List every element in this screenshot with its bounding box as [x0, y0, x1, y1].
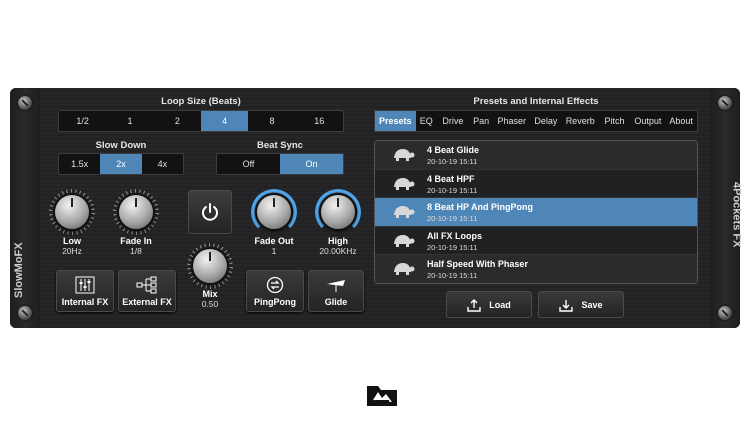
brand-label: 4Pockets FX: [730, 182, 742, 248]
internal-fx-button[interactable]: Internal FX: [56, 270, 114, 312]
loop-size-option[interactable]: 1: [106, 111, 153, 131]
screw-icon: [718, 96, 732, 110]
high-knob-value: 20.00KHz: [319, 246, 357, 256]
folder-open-icon[interactable]: [365, 380, 399, 415]
tab-presets[interactable]: Presets: [375, 111, 416, 131]
list-item[interactable]: All FX Loops 20-10-19 15:11: [375, 226, 697, 256]
mix-knob-value: 0.50: [201, 299, 219, 309]
turtle-icon: [394, 234, 415, 247]
high-knob-label: High: [328, 236, 348, 246]
download-icon: [559, 299, 574, 312]
loop-size-option[interactable]: 2: [154, 111, 201, 131]
loop-size-option[interactable]: 8: [248, 111, 295, 131]
pingpong-icon: [266, 276, 284, 294]
save-label: Save: [581, 299, 603, 310]
plugin-name-label: SlowMoFX: [13, 242, 25, 298]
list-item[interactable]: 4 Beat HPF 20-10-19 15:11: [375, 169, 697, 199]
tab-eq[interactable]: EQ: [416, 111, 438, 131]
slow-down-option[interactable]: 2x: [100, 154, 142, 174]
turtle-icon: [394, 206, 415, 219]
app-screen: SlowMoFX 4Pockets FX Loop Size (Beats) 1…: [0, 0, 750, 422]
glide-label: Glide: [324, 297, 348, 307]
tab-output[interactable]: Output: [630, 111, 665, 131]
loop-size-option[interactable]: 16: [296, 111, 343, 131]
upload-icon: [467, 298, 481, 312]
low-knob-value: 20Hz: [62, 246, 82, 256]
hang-glider-icon: [327, 280, 345, 292]
fade-in-knob-value: 1/8: [130, 246, 142, 256]
fade-out-knob-label: Fade Out: [254, 236, 294, 246]
low-knob[interactable]: [55, 195, 89, 229]
fade-in-knob-label: Fade In: [120, 236, 152, 246]
screw-icon: [18, 96, 32, 110]
power-button[interactable]: [188, 190, 232, 234]
fade-in-knob[interactable]: [119, 195, 153, 229]
turtle-icon: [394, 263, 415, 276]
preset-name: All FX Loops: [427, 230, 482, 241]
low-knob-label: Low: [63, 236, 81, 246]
pingpong-label: PingPong: [254, 297, 296, 307]
screw-icon: [18, 306, 32, 320]
tab-delay[interactable]: Delay: [530, 111, 562, 131]
tab-drive[interactable]: Drive: [437, 111, 469, 131]
tab-about[interactable]: About: [665, 111, 697, 131]
plugin-rack: SlowMoFX 4Pockets FX Loop Size (Beats) 1…: [10, 88, 742, 328]
slow-down-option[interactable]: 1.5x: [59, 154, 100, 174]
loop-size-option[interactable]: 4: [200, 111, 249, 131]
beat-sync-option[interactable]: On: [280, 154, 343, 174]
effects-title: Presets and Internal Effects: [473, 96, 599, 107]
slow-down-selector: 1.5x 2x 4x: [58, 153, 184, 175]
tab-pitch[interactable]: Pitch: [599, 111, 631, 131]
loop-size-selector: 1/2 1 2 4 8 16: [58, 110, 344, 132]
turtle-icon: [394, 149, 415, 161]
effects-tab-bar: Presets EQ Drive Pan Phaser Delay Reverb Pitch O…: [374, 110, 698, 132]
loop-size-title: Loop Size (Beats): [161, 96, 241, 107]
preset-date: 20-10-19 15:11: [427, 242, 478, 252]
save-button[interactable]: Save: [538, 291, 624, 318]
high-knob[interactable]: [321, 195, 355, 229]
internal-fx-label: Internal FX: [61, 297, 109, 307]
preset-date: 20-10-19 15:11: [427, 157, 478, 166]
list-item[interactable]: 4 Beat Glide 20-10-19 15:11: [375, 141, 697, 170]
rack-ear-right: 4Pockets FX: [710, 88, 742, 328]
sliders-icon: [75, 276, 95, 294]
load-label: Load: [489, 299, 511, 310]
tab-phaser[interactable]: Phaser: [494, 111, 531, 131]
preset-date: 20-10-19 15:11: [427, 214, 478, 224]
list-item[interactable]: Half Speed With Phaser 20-10-19 15:11: [375, 255, 697, 283]
mix-knob-label: Mix: [202, 289, 218, 299]
mix-knob[interactable]: [193, 249, 227, 283]
load-button[interactable]: Load: [446, 291, 532, 318]
preset-name: 4 Beat HPF: [427, 173, 475, 184]
plugin-panel: Loop Size (Beats) 1/2 1 2 4 8 16 Slow Down 1.…: [40, 88, 710, 328]
screw-icon: [718, 306, 732, 320]
power-icon: [202, 203, 218, 221]
preset-name: Half Speed With Phaser: [427, 259, 528, 270]
preset-date: 20-10-19 15:11: [427, 271, 478, 281]
tab-pan[interactable]: Pan: [469, 111, 494, 131]
glide-button[interactable]: Glide: [308, 270, 364, 312]
preset-date: 20-10-19 15:11: [427, 185, 478, 195]
preset-name: 4 Beat Glide: [427, 145, 480, 155]
fade-out-knob-value: 1: [271, 246, 277, 256]
loop-size-option[interactable]: 1/2: [59, 111, 106, 131]
beat-sync-selector: Off On: [216, 153, 344, 175]
tab-reverb[interactable]: Reverb: [562, 111, 599, 131]
beat-sync-option[interactable]: Off: [217, 154, 280, 174]
external-fx-button[interactable]: External FX: [118, 270, 176, 312]
external-fx-label: External FX: [122, 297, 172, 307]
fade-out-knob[interactable]: [257, 195, 291, 229]
pingpong-button[interactable]: PingPong: [246, 270, 304, 312]
routing-icon: [136, 276, 157, 294]
turtle-icon: [394, 177, 415, 190]
slow-down-title: Slow Down: [95, 140, 147, 151]
list-item[interactable]: 8 Beat HP And PingPong 20-10-19 15:11: [375, 198, 697, 227]
beat-sync-title: Beat Sync: [257, 140, 303, 151]
rack-ear-left: SlowMoFX: [10, 88, 40, 328]
slow-down-option[interactable]: 4x: [142, 154, 183, 174]
preset-list[interactable]: 4 Beat Glide 20-10-19 15:11 4 Beat HPF 20-1…: [374, 140, 698, 284]
preset-name: 8 Beat HP And PingPong: [427, 202, 534, 213]
